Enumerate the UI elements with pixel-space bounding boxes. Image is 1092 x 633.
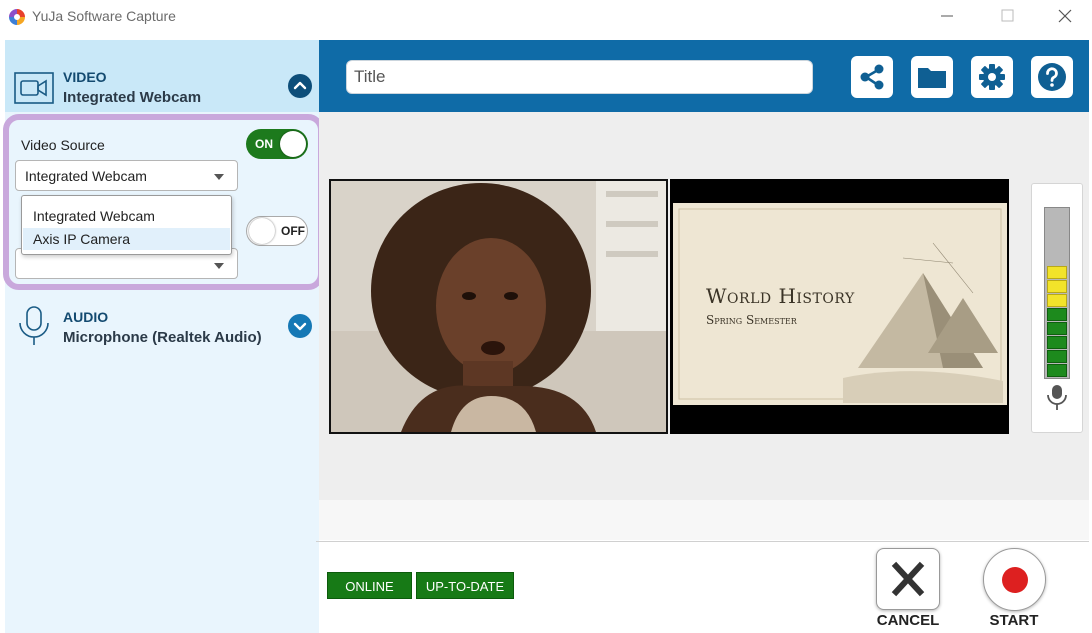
chevron-down-icon	[214, 263, 224, 269]
video-source-dropdown: Integrated Webcam Axis IP Camera	[21, 195, 232, 255]
app-window: YuJa Software Capture VIDEO Integrated W…	[0, 0, 1092, 633]
slide-image: World History Spring Semester	[673, 203, 1007, 405]
share-button[interactable]	[851, 56, 893, 98]
video-camera-icon	[14, 72, 54, 104]
chevron-down-icon	[214, 174, 224, 180]
yuja-logo-icon	[9, 9, 25, 25]
record-icon	[1002, 567, 1028, 593]
toggle-off-label: OFF	[281, 224, 305, 238]
window-title: YuJa Software Capture	[32, 8, 176, 24]
screen-preview: World History Spring Semester	[670, 179, 1009, 434]
audio-section-subtitle: Microphone (Realtek Audio)	[63, 329, 262, 346]
toggle-knob	[280, 131, 306, 157]
audio-level-segment	[1047, 294, 1067, 307]
webcam-preview-image	[331, 181, 666, 432]
folder-icon	[918, 68, 946, 88]
video-section-title: VIDEO	[63, 69, 107, 85]
audio-level-segment	[1047, 350, 1067, 363]
audio-section-title: AUDIO	[63, 309, 109, 325]
audio-level-segment	[1047, 308, 1067, 321]
maximize-icon[interactable]	[992, 5, 1022, 27]
video-source-select[interactable]: Integrated Webcam	[15, 160, 238, 191]
up-to-date-status-badge: UP-TO-DATE	[416, 572, 514, 599]
audio-level-meter	[1031, 183, 1083, 433]
microphone-icon	[1047, 385, 1067, 410]
video-source-label: Video Source	[21, 137, 105, 153]
toggle-on-label: ON	[255, 137, 273, 151]
expand-audio-button[interactable]	[288, 314, 312, 338]
preview-area: World History Spring Semester	[319, 112, 1089, 500]
secondary-source-toggle[interactable]: OFF	[246, 216, 308, 246]
help-icon	[1038, 63, 1066, 91]
help-button[interactable]	[1031, 56, 1073, 98]
dropdown-option-axis-ip-camera[interactable]: Axis IP Camera	[23, 228, 230, 250]
collapse-video-button[interactable]	[288, 74, 312, 98]
title-bar: YuJa Software Capture	[0, 0, 1092, 36]
cancel-button[interactable]	[876, 548, 940, 610]
divider	[316, 541, 1089, 542]
video-section-header[interactable]: VIDEO Integrated Webcam	[5, 40, 319, 112]
audio-level-segment	[1047, 266, 1067, 279]
chevron-down-icon	[293, 322, 307, 331]
audio-level-segment	[1047, 322, 1067, 335]
webcam-preview	[329, 179, 668, 434]
video-section-subtitle: Integrated Webcam	[63, 89, 202, 106]
sidebar: VIDEO Integrated Webcam Video Source ON …	[3, 40, 324, 633]
start-label[interactable]: START	[978, 612, 1050, 629]
audio-level-track	[1044, 207, 1070, 379]
audio-level-segment	[1047, 280, 1067, 293]
gear-icon	[979, 64, 1005, 90]
folder-button[interactable]	[911, 56, 953, 98]
close-icon[interactable]	[1050, 5, 1080, 27]
settings-button[interactable]	[971, 56, 1013, 98]
bottom-strip	[319, 500, 1089, 540]
top-toolbar	[319, 40, 1089, 112]
chevron-up-icon	[293, 81, 307, 90]
video-source-toggle[interactable]: ON	[246, 129, 308, 159]
x-icon	[891, 561, 925, 597]
microphone-icon	[19, 306, 49, 345]
toggle-knob	[249, 218, 275, 244]
slide-subtitle: Spring Semester	[706, 313, 797, 327]
title-input[interactable]	[346, 60, 813, 94]
audio-level-segment	[1047, 364, 1067, 377]
slide-title: World History	[706, 284, 855, 308]
audio-level-segment	[1047, 336, 1067, 349]
online-status-badge: ONLINE	[327, 572, 412, 599]
share-icon	[860, 64, 884, 90]
start-button[interactable]	[983, 548, 1046, 611]
dropdown-option-integrated-webcam[interactable]: Integrated Webcam	[23, 205, 230, 227]
minimize-icon[interactable]	[932, 5, 962, 27]
cancel-label[interactable]: CANCEL	[872, 612, 944, 629]
video-source-selected: Integrated Webcam	[25, 168, 147, 184]
